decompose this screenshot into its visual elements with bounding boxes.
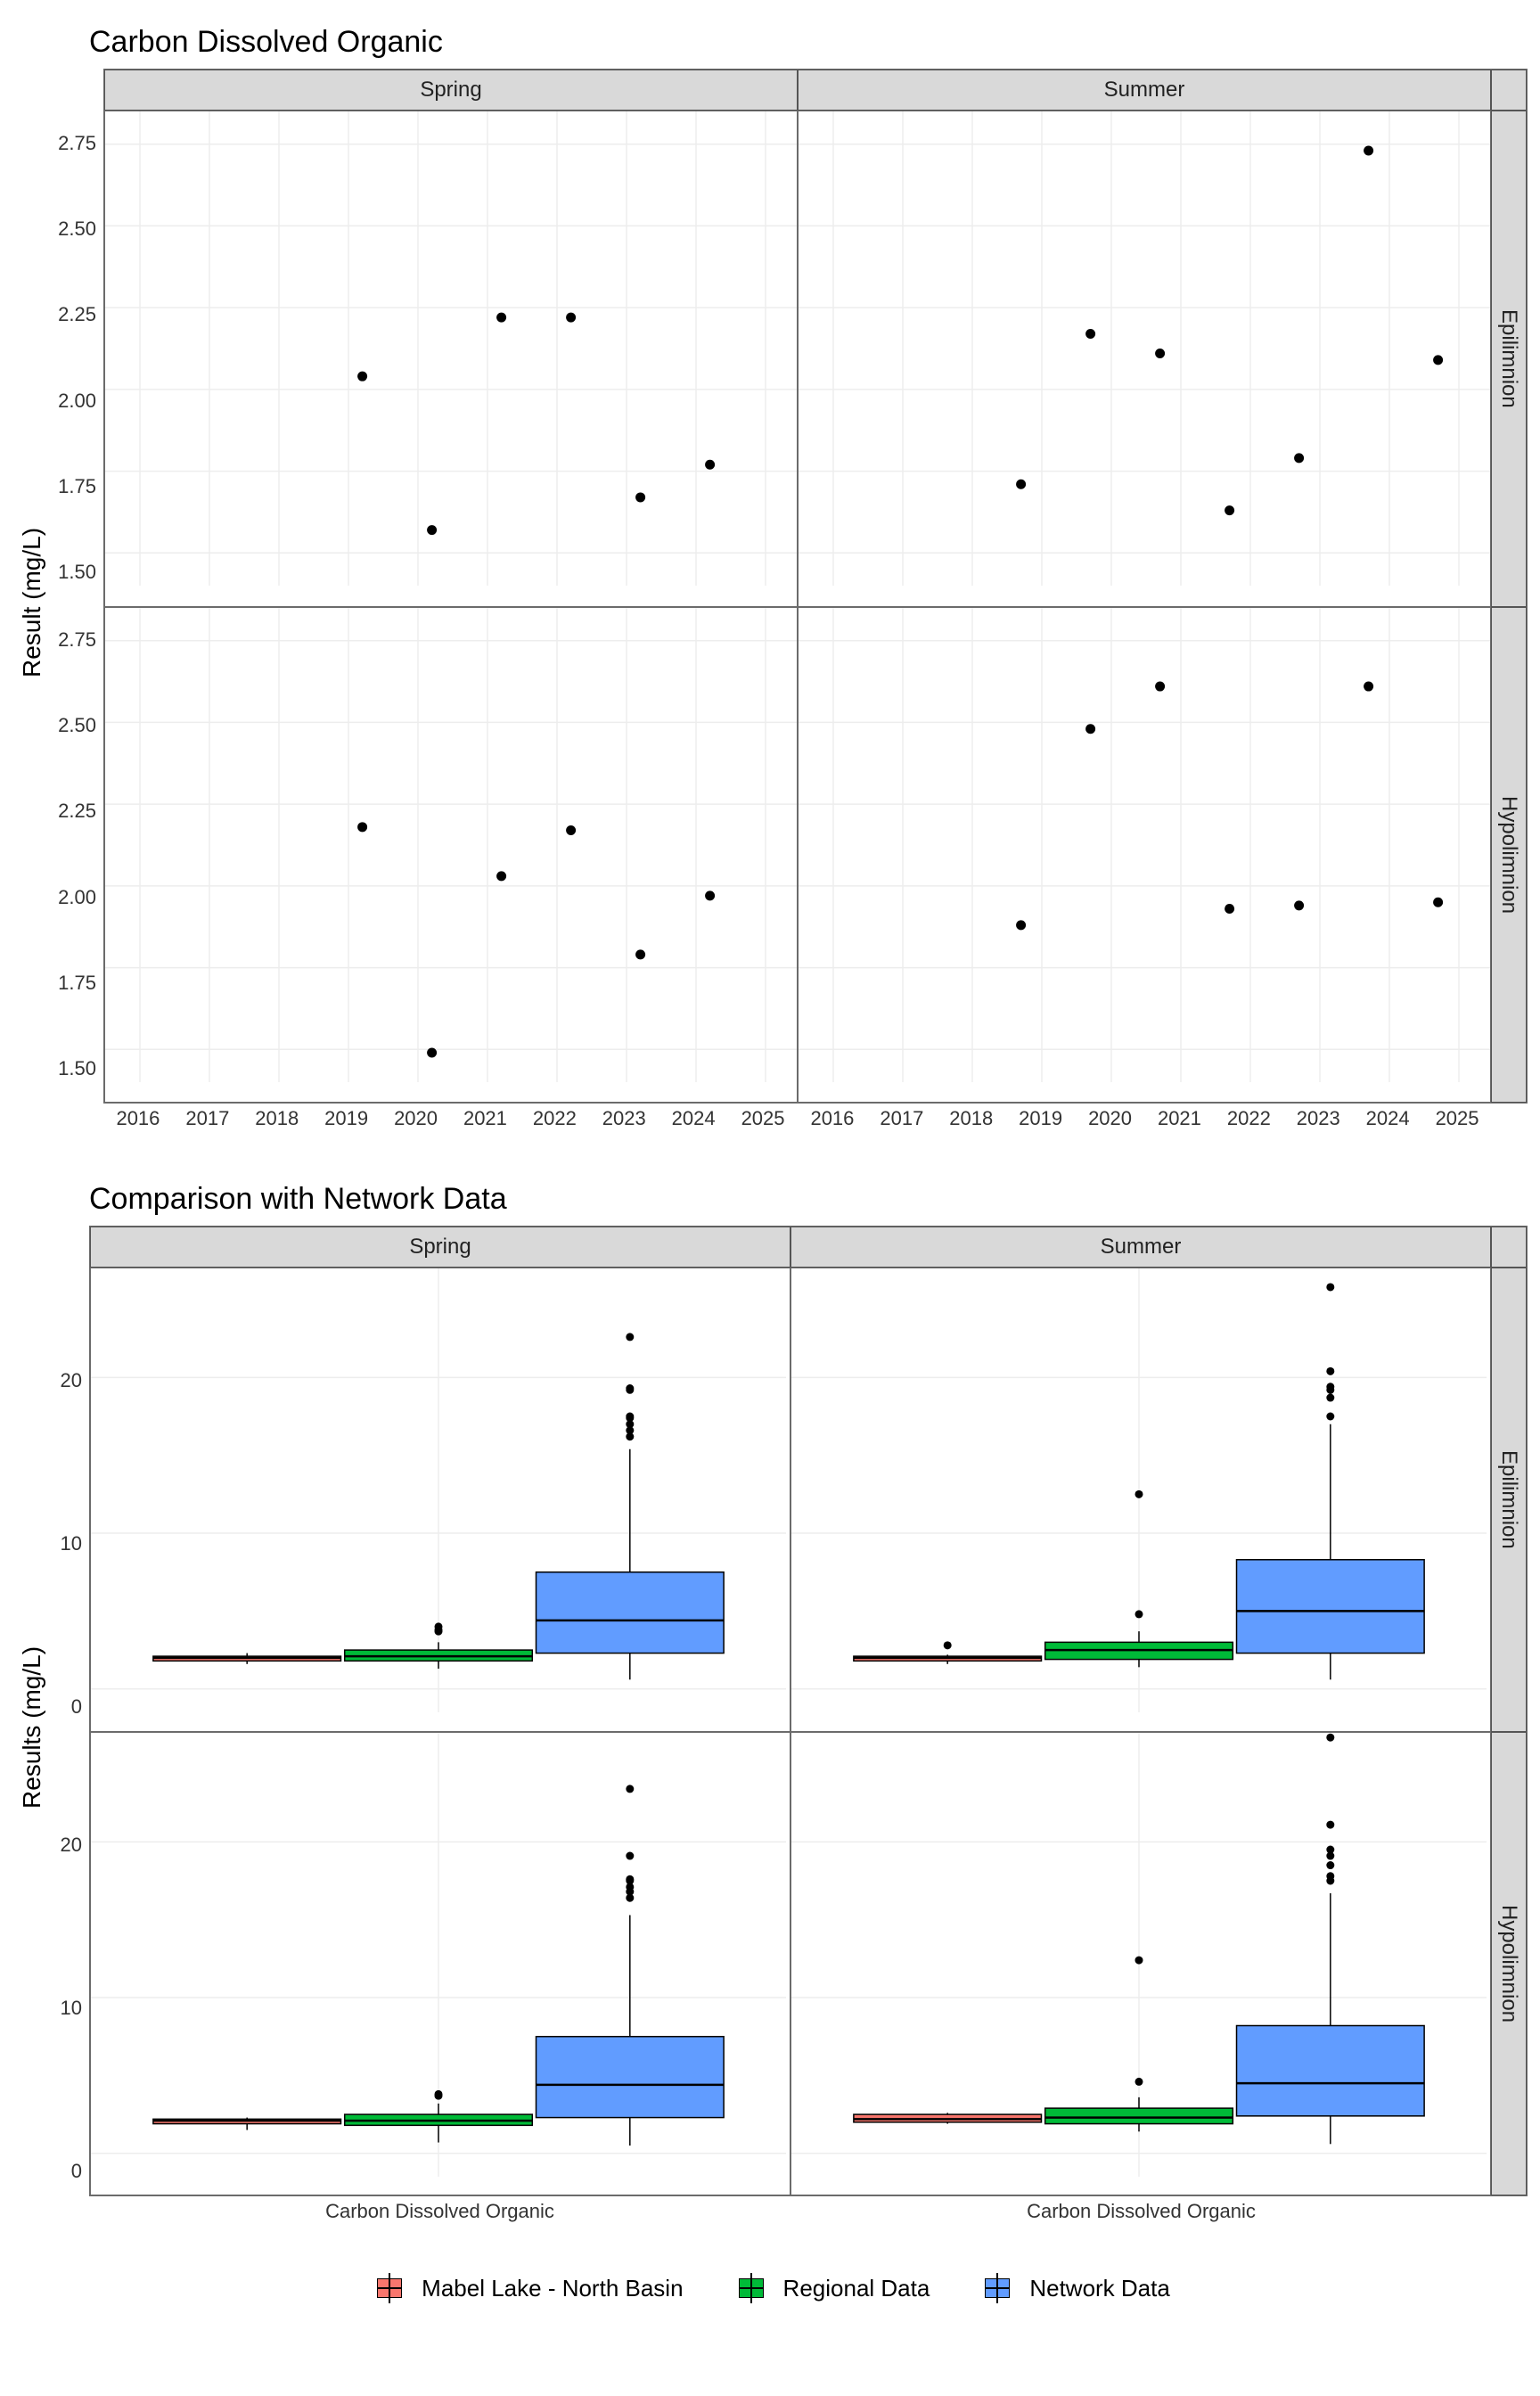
scatter-panel [104, 607, 798, 1104]
legend-label: Network Data [1029, 2275, 1170, 2302]
boxplot-chart: Comparison with Network Data Results (mg… [12, 1182, 1528, 2228]
legend-item: Network Data [978, 2273, 1170, 2303]
boxplot-x-ticks-summer: Carbon Dissolved Organic [790, 2196, 1492, 2228]
scatter-title: Carbon Dissolved Organic [89, 25, 1528, 60]
legend-item: Regional Data [732, 2273, 930, 2303]
scatter-y-ticks: 1.501.752.002.252.502.751.501.752.002.25… [52, 69, 103, 1136]
facet-row-strip: Epilimnion [1491, 111, 1527, 607]
facet-row-strip: Hypolimnion [1491, 1732, 1527, 2196]
scatter-x-ticks-summer: 2016201720182019202020212022202320242025 [798, 1104, 1492, 1136]
boxplot-panel [790, 1732, 1491, 2196]
scatter-y-axis-label: Result (mg/L) [12, 69, 52, 1136]
boxplot-panel [790, 1268, 1491, 1732]
facet-col-strip: Spring [104, 70, 798, 111]
facet-row-strip: Hypolimnion [1491, 607, 1527, 1104]
scatter-panel [104, 111, 798, 607]
boxplot-panel [90, 1732, 790, 2196]
scatter-x-ticks-spring: 2016201720182019202020212022202320242025 [103, 1104, 798, 1136]
scatter-panel [798, 111, 1491, 607]
legend-key-icon [732, 2273, 771, 2303]
boxplot-facet-grid: SpringSummerEpilimnionHypolimnion [89, 1226, 1528, 2196]
boxplot-panel [90, 1268, 790, 1732]
boxplot-y-axis-label: Results (mg/L) [12, 1226, 52, 2228]
legend-label: Mabel Lake - North Basin [422, 2275, 683, 2302]
facet-col-strip: Summer [790, 1227, 1491, 1268]
legend-item: Mabel Lake - North Basin [370, 2273, 683, 2303]
legend-key-icon [370, 2273, 409, 2303]
page: Carbon Dissolved Organic Result (mg/L) 1… [0, 0, 1540, 2396]
scatter-chart: Carbon Dissolved Organic Result (mg/L) 1… [12, 25, 1528, 1136]
facet-col-strip: Summer [798, 70, 1491, 111]
legend: Mabel Lake - North Basin Regional Data Net… [12, 2273, 1528, 2303]
legend-key-icon [978, 2273, 1017, 2303]
facet-row-strip: Epilimnion [1491, 1268, 1527, 1732]
scatter-facet-grid: SpringSummerEpilimnionHypolimnion [103, 69, 1528, 1104]
boxplot-title: Comparison with Network Data [89, 1182, 1528, 1217]
boxplot-x-ticks-spring: Carbon Dissolved Organic [89, 2196, 790, 2228]
boxplot-y-ticks: 0102001020 [52, 1226, 89, 2228]
legend-label: Regional Data [783, 2275, 930, 2302]
scatter-panel [798, 607, 1491, 1104]
facet-col-strip: Spring [90, 1227, 790, 1268]
